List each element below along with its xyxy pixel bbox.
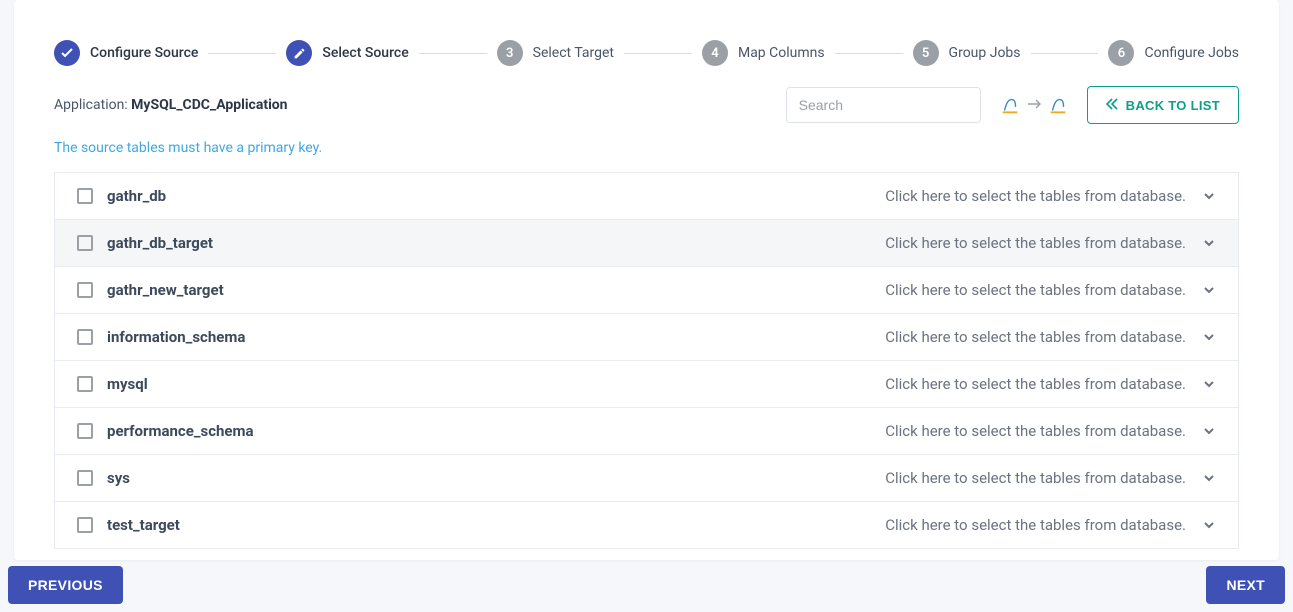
database-row[interactable]: gathr_db Click here to select the tables … [54, 172, 1239, 220]
database-row[interactable]: sys Click here to select the tables from … [54, 455, 1239, 502]
database-name: performance_schema [107, 422, 254, 440]
arrow-right-icon [1027, 98, 1041, 112]
select-tables-hint[interactable]: Click here to select the tables from dat… [885, 516, 1186, 534]
step-circle: 4 [702, 40, 728, 66]
next-button[interactable]: NEXT [1206, 566, 1285, 604]
select-tables-hint[interactable]: Click here to select the tables from dat… [885, 375, 1186, 393]
database-list: gathr_db Click here to select the tables … [14, 172, 1279, 549]
checkbox[interactable] [77, 517, 93, 533]
application-prefix: Application: [54, 97, 131, 113]
step-circle: 5 [913, 40, 939, 66]
database-row[interactable]: test_target Click here to select the tabl… [54, 502, 1239, 549]
step-circle [286, 40, 312, 66]
checkbox[interactable] [77, 470, 93, 486]
chevron-down-icon[interactable] [1202, 518, 1216, 532]
back-to-list-label: BACK TO LIST [1126, 98, 1220, 113]
chevron-left-double-icon [1106, 98, 1118, 113]
database-name: test_target [107, 516, 180, 534]
database-row[interactable]: gathr_new_target Click here to select the… [54, 267, 1239, 314]
database-name: mysql [107, 375, 148, 393]
database-row[interactable]: gathr_db_target Click here to select the … [54, 220, 1239, 267]
application-label: Application: MySQL_CDC_Application [54, 97, 288, 113]
database-name: information_schema [107, 328, 245, 346]
database-row[interactable]: mysql Click here to select the tables fro… [54, 361, 1239, 408]
step-circle: 3 [497, 40, 523, 66]
step-1[interactable]: Configure Source [54, 40, 198, 66]
database-name: gathr_db_target [107, 234, 213, 252]
step-circle: 6 [1108, 40, 1134, 66]
step-connector [835, 53, 903, 54]
database-row[interactable]: information_schema Click here to select t… [54, 314, 1239, 361]
checkbox[interactable] [77, 376, 93, 392]
step-label: Configure Jobs [1144, 45, 1238, 61]
step-4[interactable]: 4 Map Columns [702, 40, 825, 66]
step-label: Map Columns [738, 45, 825, 61]
previous-button[interactable]: PREVIOUS [8, 566, 123, 604]
chevron-down-icon[interactable] [1202, 330, 1216, 344]
step-label: Group Jobs [949, 45, 1021, 61]
header-row: Application: MySQL_CDC_Application BAC [14, 86, 1279, 134]
info-text: The source tables must have a primary ke… [14, 134, 1279, 172]
step-connector [208, 53, 276, 54]
step-circle [54, 40, 80, 66]
step-5[interactable]: 5 Group Jobs [913, 40, 1021, 66]
back-to-list-button[interactable]: BACK TO LIST [1087, 86, 1239, 124]
step-connector [624, 53, 692, 54]
select-tables-hint[interactable]: Click here to select the tables from dat… [885, 281, 1186, 299]
checkbox[interactable] [77, 329, 93, 345]
step-label: Configure Source [90, 45, 198, 61]
checkbox[interactable] [77, 188, 93, 204]
checkbox[interactable] [77, 423, 93, 439]
step-3[interactable]: 3 Select Target [497, 40, 614, 66]
select-tables-hint[interactable]: Click here to select the tables from dat… [885, 469, 1186, 487]
chevron-down-icon[interactable] [1202, 283, 1216, 297]
step-2[interactable]: Select Source [286, 40, 408, 66]
database-name: gathr_db [107, 187, 166, 205]
connection-icons [999, 94, 1069, 116]
pencil-icon [293, 47, 306, 60]
stepper: Configure Source Select Source 3 Select Tar… [14, 0, 1279, 86]
step-label: Select Source [322, 45, 408, 61]
select-tables-hint[interactable]: Click here to select the tables from dat… [885, 187, 1186, 205]
source-db-icon [999, 94, 1021, 116]
select-tables-hint[interactable]: Click here to select the tables from dat… [885, 234, 1186, 252]
application-name: MySQL_CDC_Application [131, 97, 287, 113]
database-row[interactable]: performance_schema Click here to select t… [54, 408, 1239, 455]
step-label: Select Target [533, 45, 614, 61]
chevron-down-icon[interactable] [1202, 471, 1216, 485]
database-name: sys [107, 469, 130, 487]
chevron-down-icon[interactable] [1202, 236, 1216, 250]
chevron-down-icon[interactable] [1202, 189, 1216, 203]
select-tables-hint[interactable]: Click here to select the tables from dat… [885, 422, 1186, 440]
step-connector [419, 53, 487, 54]
step-connector [1031, 53, 1099, 54]
checkbox[interactable] [77, 282, 93, 298]
target-db-icon [1047, 94, 1069, 116]
select-tables-hint[interactable]: Click here to select the tables from dat… [885, 328, 1186, 346]
database-name: gathr_new_target [107, 281, 224, 299]
chevron-down-icon[interactable] [1202, 377, 1216, 391]
search-input[interactable] [786, 87, 981, 123]
checkbox[interactable] [77, 235, 93, 251]
step-6[interactable]: 6 Configure Jobs [1108, 40, 1238, 66]
wizard-footer: PREVIOUS NEXT [0, 566, 1293, 604]
check-icon [60, 46, 74, 60]
chevron-down-icon[interactable] [1202, 424, 1216, 438]
